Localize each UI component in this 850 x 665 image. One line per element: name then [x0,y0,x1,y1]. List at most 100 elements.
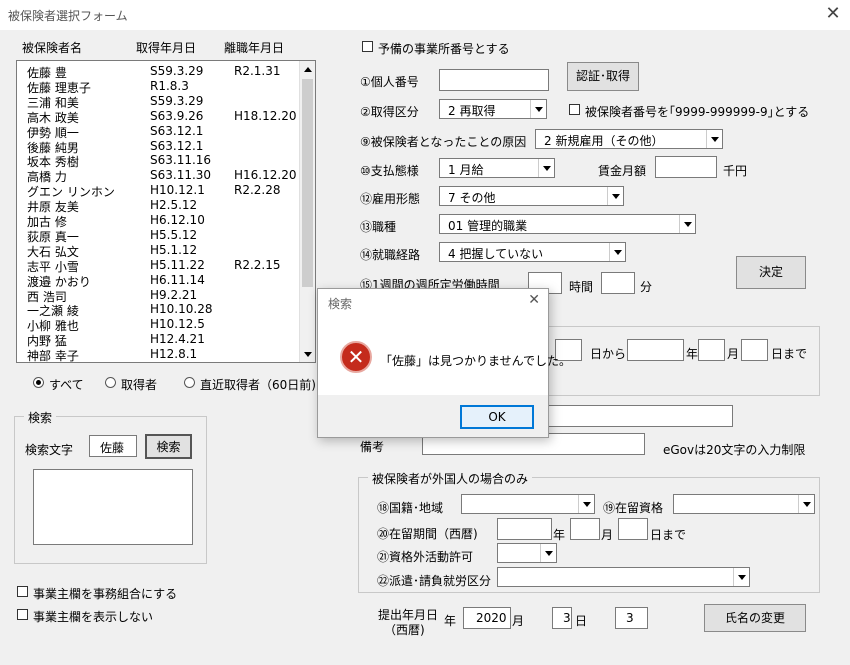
chevron-down-icon[interactable] [540,544,556,562]
period-month-label: 月 [727,347,740,361]
chevron-down-icon[interactable] [607,187,623,205]
nationality-select[interactable] [461,494,595,514]
period-end-year-input[interactable] [627,339,684,361]
residence-year-label: 年 [553,528,566,542]
chevron-down-icon[interactable] [609,243,625,261]
residence-day-input[interactable] [618,518,648,540]
list-item-name: 神部 幸子 [27,349,79,363]
list-item[interactable]: グエン リンホン H10.12.1 R2.2.28 [27,183,307,199]
job-value: 01 管理的職業 [448,219,528,233]
list-item[interactable]: 井原 友美 H2.5.12 [27,198,307,214]
list-item[interactable]: 高木 政美 S63.9.26 H18.12.20 [27,109,307,125]
list-item-acquired: S63.11.16 [150,153,212,168]
rename-button[interactable]: 氏名の変更 [704,604,806,632]
submit-year-input[interactable]: 2020 [463,607,511,629]
cause-select[interactable]: 2 新規雇用（その他） [535,129,723,149]
submit-date-sublabel: （西暦) [384,623,425,637]
route-value: 4 把握していない [448,247,544,261]
list-item-acquired: H5.1.12 [150,242,198,257]
dialog-message: 「佐藤」は見つかりませんでした。 [380,354,572,368]
spare-office-checkbox[interactable] [362,41,373,52]
scroll-up-icon[interactable] [300,61,315,77]
radio-recent[interactable] [184,377,195,388]
emp-type-label: ⑫雇用形態 [360,192,421,206]
wage-input[interactable] [655,156,717,178]
personal-no-input[interactable] [439,69,549,91]
list-item[interactable]: 一之瀬 綾 H10.10.28 [27,302,307,318]
list-item[interactable]: 佐藤 豊 S59.3.29 R2.1.31 [27,64,307,80]
pay-label: ⑩支払態様 [360,164,419,178]
chevron-down-icon[interactable] [679,215,695,233]
list-item-left: H16.12.20 [234,168,297,183]
emp-type-value: 7 その他 [448,191,496,205]
decide-button[interactable]: 決定 [736,256,806,289]
permit-select[interactable] [497,543,557,563]
search-input[interactable]: 佐藤 [89,435,137,457]
search-button[interactable]: 検索 [145,434,192,459]
chevron-down-icon[interactable] [798,495,814,513]
acq-type-label: ②取得区分 [360,105,419,119]
list-item[interactable]: 大石 弘文 H5.1.12 [27,242,307,259]
insured-listbox[interactable]: 佐藤 豊 S59.3.29 R2.1.31 佐藤 理恵子 R1.8.3 三浦 和美 S59.… [16,60,316,363]
list-item[interactable]: 小柳 雅也 H10.12.5 [27,317,307,333]
residence-year-input[interactable] [497,518,552,540]
cause-value: 2 新規雇用（その他） [544,134,664,148]
chevron-down-icon[interactable] [706,130,722,148]
list-item[interactable]: 志平 小雪 H5.11.22 R2.2.15 [27,257,307,274]
submit-month-label: 月 [512,614,525,628]
acq-type-select[interactable]: 2 再取得 [439,99,547,119]
list-item-acquired: H10.12.5 [150,317,205,332]
list-item[interactable]: 高橋 力 S63.11.30 H16.12.20 [27,168,307,184]
chevron-down-icon[interactable] [733,568,749,586]
list-item[interactable]: 伊勢 順一 S63.12.1 [27,124,307,140]
residence-month-input[interactable] [570,518,600,540]
ok-button[interactable]: OK [460,405,534,429]
job-select[interactable]: 01 管理的職業 [439,214,696,234]
list-item[interactable]: 神部 幸子 H12.8.1 [27,347,307,362]
list-item[interactable]: 西 浩司 H9.2.21 [27,288,307,304]
scroll-down-icon[interactable] [300,346,315,362]
list-item[interactable]: 後藤 純男 S63.12.1 [27,139,307,155]
radio-all[interactable] [33,377,44,388]
search-dialog: 検索 ✕ ✕ 「佐藤」は見つかりませんでした。 OK [317,288,571,438]
residence-status-select[interactable] [673,494,815,514]
list-item[interactable]: 荻原 真一 H5.5.12 [27,228,307,244]
scroll-thumb[interactable] [302,79,313,287]
search-results-box[interactable] [33,469,193,545]
list-item[interactable]: 渡邉 かおり H6.11.14 [27,273,307,289]
chevron-down-icon[interactable] [530,100,546,118]
submit-day-input[interactable]: 3 [615,607,648,629]
minutes-input[interactable] [601,272,635,294]
insured-no-label: 被保険者番号を｢9999-999999-9｣とする [585,105,810,119]
list-item[interactable]: 坂本 秀樹 S63.11.16 [27,153,307,169]
dialog-close-icon[interactable]: ✕ [528,292,540,308]
close-icon[interactable]: ✕ [822,3,844,25]
list-item[interactable]: 内野 猛 H12.4.21 [27,332,307,348]
chevron-down-icon[interactable] [578,495,594,513]
submit-month-input[interactable]: 3 [552,607,572,629]
list-item-left: R2.2.15 [234,257,281,272]
insured-no-checkbox[interactable] [569,104,580,115]
pay-value: 1 月給 [448,163,484,177]
period-end-month-input[interactable] [698,339,725,361]
auth-button[interactable]: 認証･取得 [567,62,639,91]
list-item-acquired: H5.11.22 [150,257,205,272]
period-year-label: 年 [686,347,699,361]
emp-type-select[interactable]: 7 その他 [439,186,624,206]
union-label: 事業主欄を事務組合にする [33,587,178,601]
list-item[interactable]: 佐藤 理恵子 R1.8.3 [27,79,307,95]
list-item[interactable]: 三浦 和美 S59.3.29 [27,94,307,110]
header-name: 被保険者名 [22,41,83,55]
pay-select[interactable]: 1 月給 [439,158,555,178]
dispatch-select[interactable] [497,567,750,587]
hide-owner-checkbox[interactable] [17,609,28,620]
list-item[interactable]: 加古 修 H6.12.10 [27,213,307,229]
period-end-day-input[interactable] [741,339,768,361]
union-checkbox[interactable] [17,586,28,597]
chevron-down-icon[interactable] [538,159,554,177]
dialog-footer: OK [318,395,548,437]
error-icon: ✕ [340,341,372,373]
route-select[interactable]: 4 把握していない [439,242,626,262]
radio-acquired[interactable] [105,377,116,388]
list-scrollbar[interactable] [299,61,315,362]
